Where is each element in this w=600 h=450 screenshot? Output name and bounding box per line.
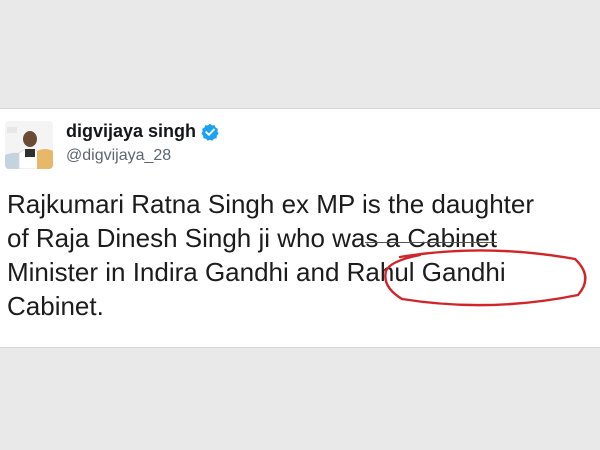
- avatar-photo-icon: [5, 121, 53, 169]
- tweet-line-3: Minister in Indira Gandhi and Rahul Gand…: [7, 255, 597, 289]
- author-handle[interactable]: @digvijaya_28: [66, 147, 171, 165]
- tweet-text: Rajkumari Ratna Singh ex MP is the daugh…: [7, 187, 597, 323]
- tweet-line-3-text: Minister in Indira Gandhi and: [7, 257, 347, 287]
- verified-badge-icon: [201, 123, 219, 141]
- tweet-line-3-end: Gandhi: [414, 257, 506, 287]
- tweet-line-4: Cabinet.: [7, 291, 104, 321]
- tweet-line-2: of Raja Dinesh Singh ji who was a Cabine…: [7, 221, 597, 255]
- tweet-line-1: Rajkumari Ratna Singh ex MP is the daugh…: [7, 189, 535, 219]
- author-name-row: digvijaya singh: [66, 121, 219, 142]
- avatar[interactable]: [5, 121, 53, 169]
- tweet-card: digvijaya singh @digvijaya_28 Rajkumari …: [0, 108, 600, 348]
- emphasized-word: Rahul: [346, 257, 415, 287]
- display-name[interactable]: digvijaya singh: [66, 121, 196, 142]
- tweet-line-2-text: of Raja Dinesh Singh ji who wa: [7, 223, 366, 253]
- struck-text: s a Cabinet: [365, 223, 497, 253]
